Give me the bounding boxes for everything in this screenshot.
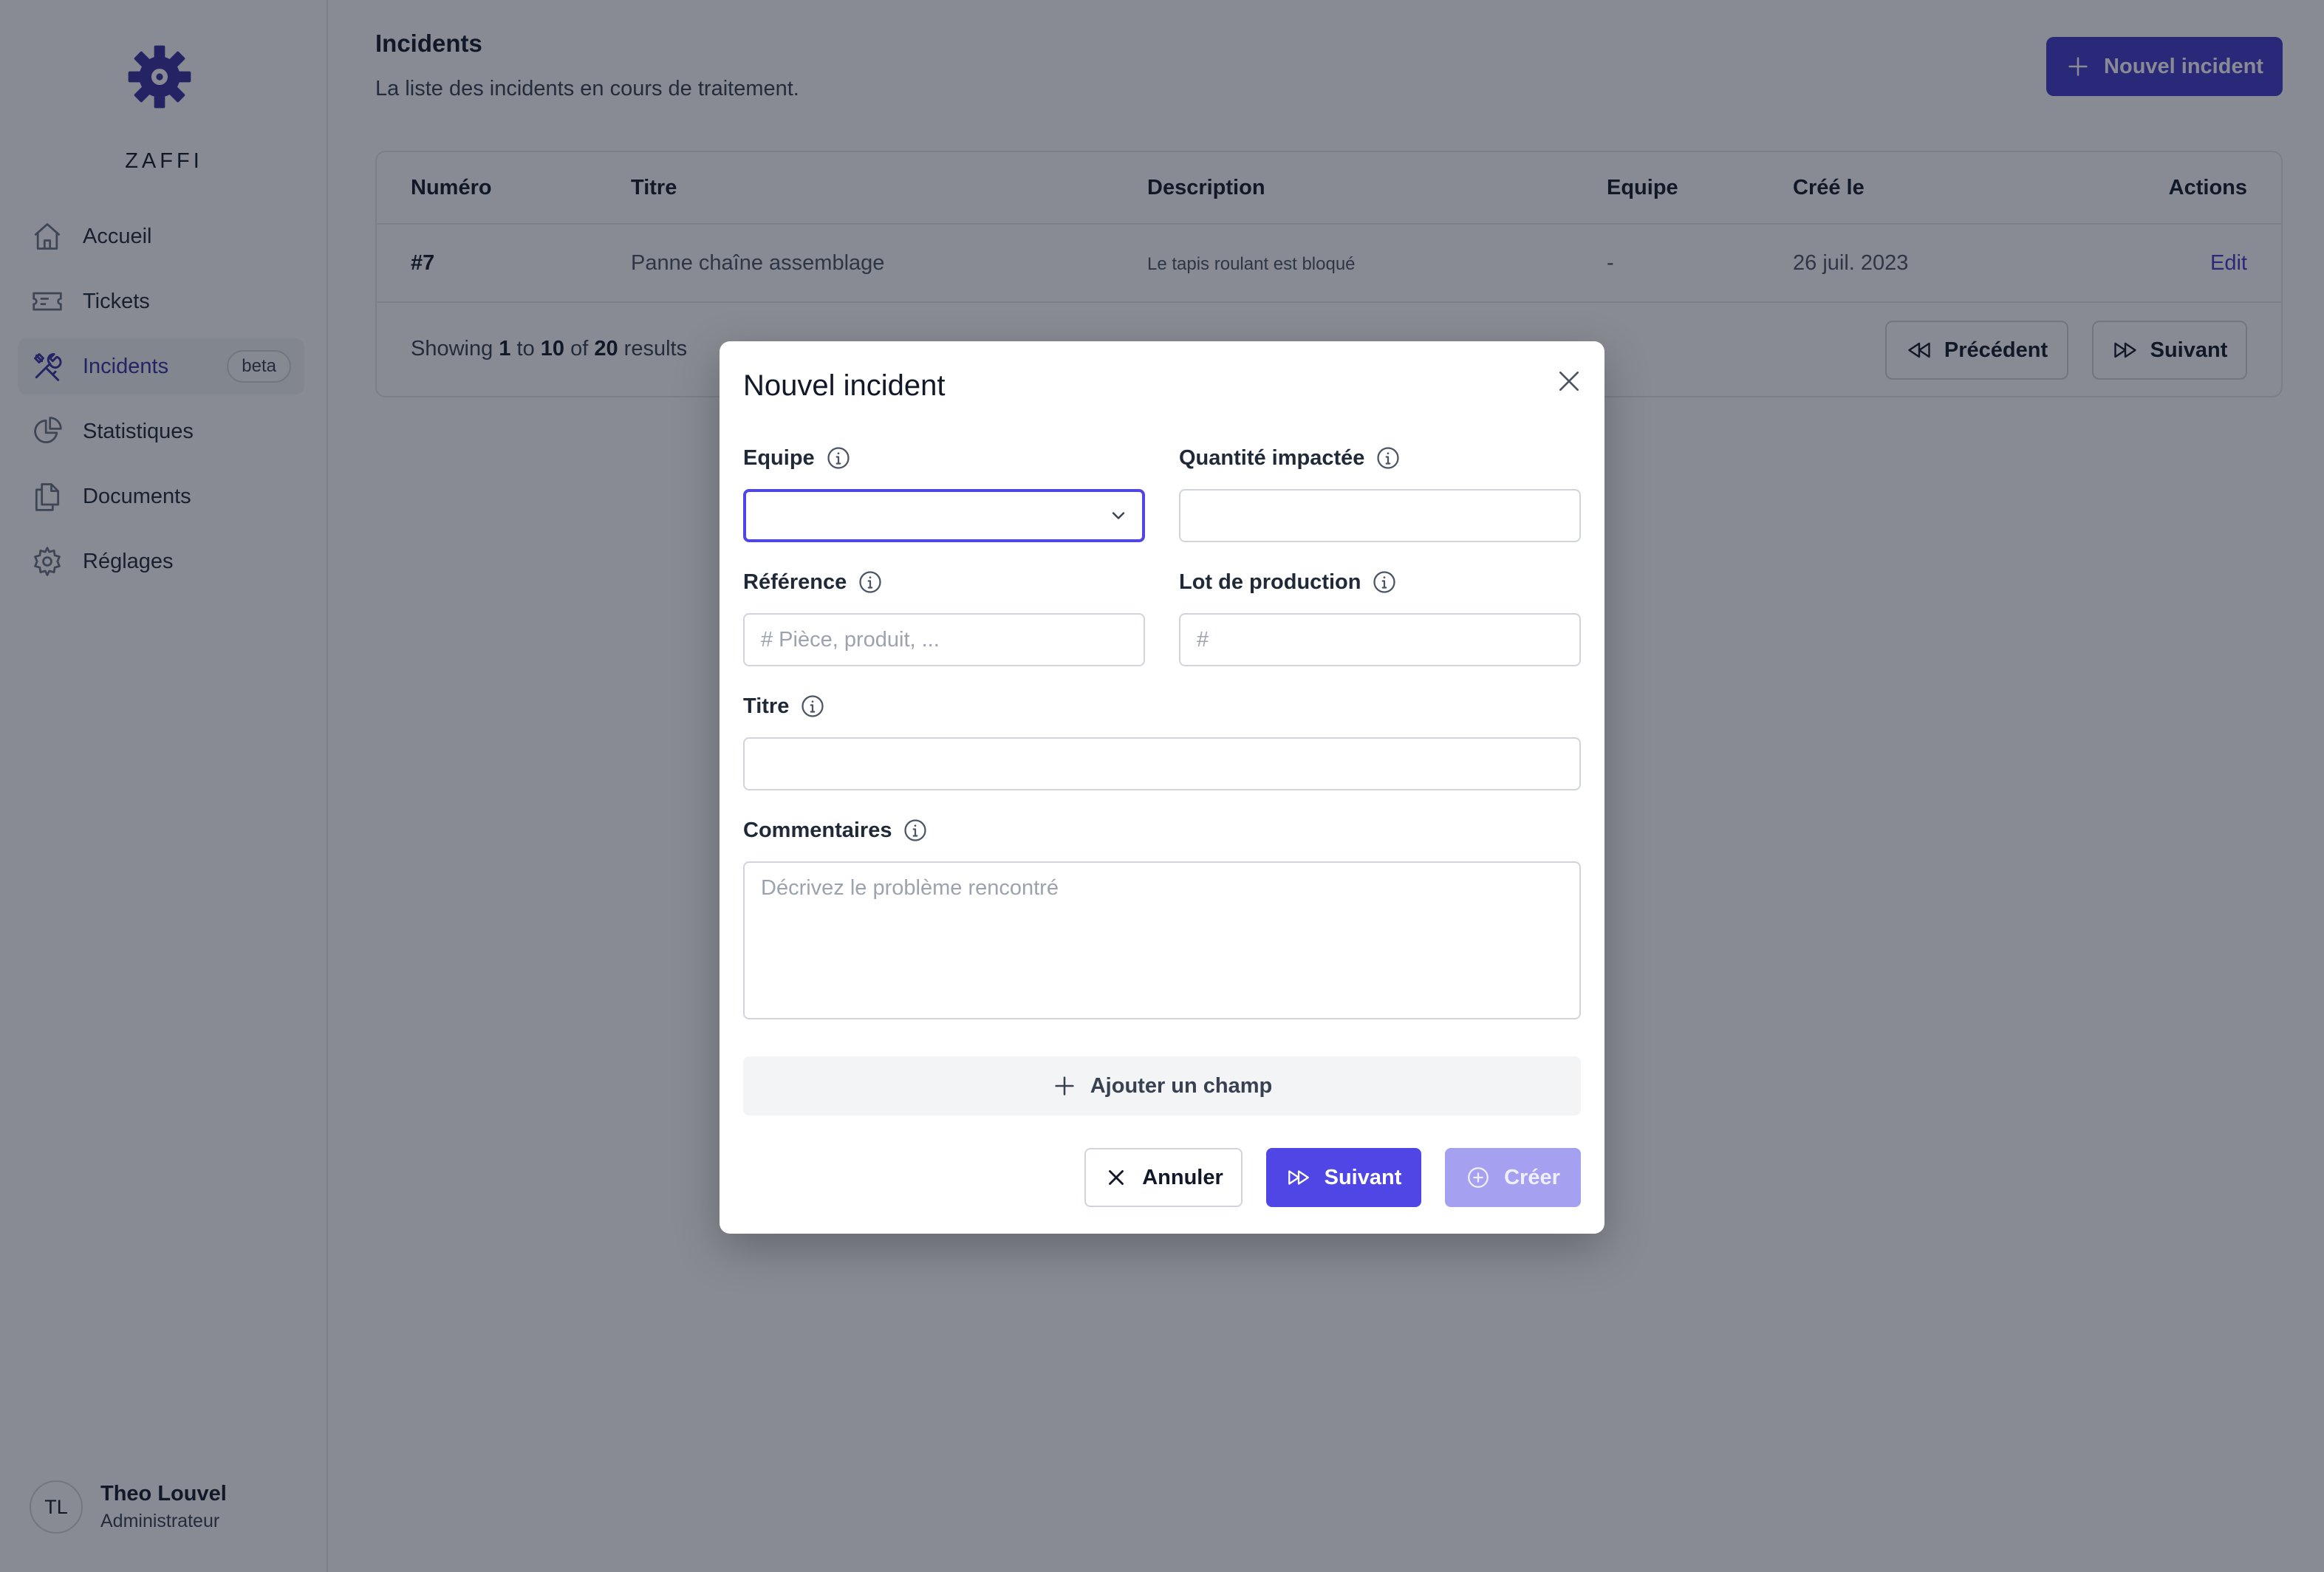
- add-field-label: Ajouter un champ: [1090, 1073, 1273, 1098]
- lot-label-text: Lot de production: [1179, 570, 1361, 594]
- chevron-down-icon: [1112, 512, 1125, 519]
- next-label: Suivant: [1324, 1165, 1402, 1189]
- equipe-label: Equipe: [743, 445, 852, 471]
- quantite-label-text: Quantité impactée: [1179, 445, 1365, 470]
- info-icon[interactable]: [1371, 569, 1398, 595]
- fast-forward-icon: [1288, 1170, 1309, 1185]
- plus-icon: [1055, 1076, 1074, 1096]
- lot-input[interactable]: [1179, 613, 1581, 666]
- reference-label: Référence: [743, 569, 884, 595]
- commentaires-textarea[interactable]: [743, 861, 1581, 1019]
- commentaires-label: Commentaires: [743, 817, 929, 844]
- quantite-input[interactable]: [1179, 489, 1581, 542]
- titre-label: Titre: [743, 693, 826, 720]
- cancel-button[interactable]: Annuler: [1084, 1148, 1243, 1207]
- next-button[interactable]: Suivant: [1266, 1148, 1421, 1207]
- new-incident-modal: Nouvel incident Equipe Quantité impactée…: [720, 341, 1604, 1234]
- close-icon[interactable]: [1554, 366, 1584, 396]
- reference-input[interactable]: [743, 613, 1145, 666]
- lot-label: Lot de production: [1179, 569, 1398, 595]
- create-button[interactable]: Créer: [1445, 1148, 1581, 1207]
- equipe-select[interactable]: [743, 489, 1145, 542]
- plus-circle-icon: [1468, 1167, 1489, 1188]
- info-icon[interactable]: [857, 569, 884, 595]
- commentaires-label-text: Commentaires: [743, 818, 892, 842]
- add-field-button[interactable]: Ajouter un champ: [743, 1056, 1581, 1115]
- close-icon: [1109, 1170, 1124, 1185]
- quantite-label: Quantité impactée: [1179, 445, 1401, 471]
- info-icon[interactable]: [1375, 445, 1401, 471]
- cancel-label: Annuler: [1142, 1165, 1223, 1189]
- create-label: Créer: [1504, 1165, 1560, 1189]
- equipe-label-text: Equipe: [743, 445, 815, 470]
- info-icon[interactable]: [825, 445, 852, 471]
- modal-title: Nouvel incident: [743, 369, 946, 402]
- info-icon[interactable]: [902, 817, 929, 844]
- titre-input[interactable]: [743, 737, 1581, 790]
- reference-label-text: Référence: [743, 570, 847, 594]
- info-icon[interactable]: [799, 693, 826, 720]
- titre-label-text: Titre: [743, 694, 790, 718]
